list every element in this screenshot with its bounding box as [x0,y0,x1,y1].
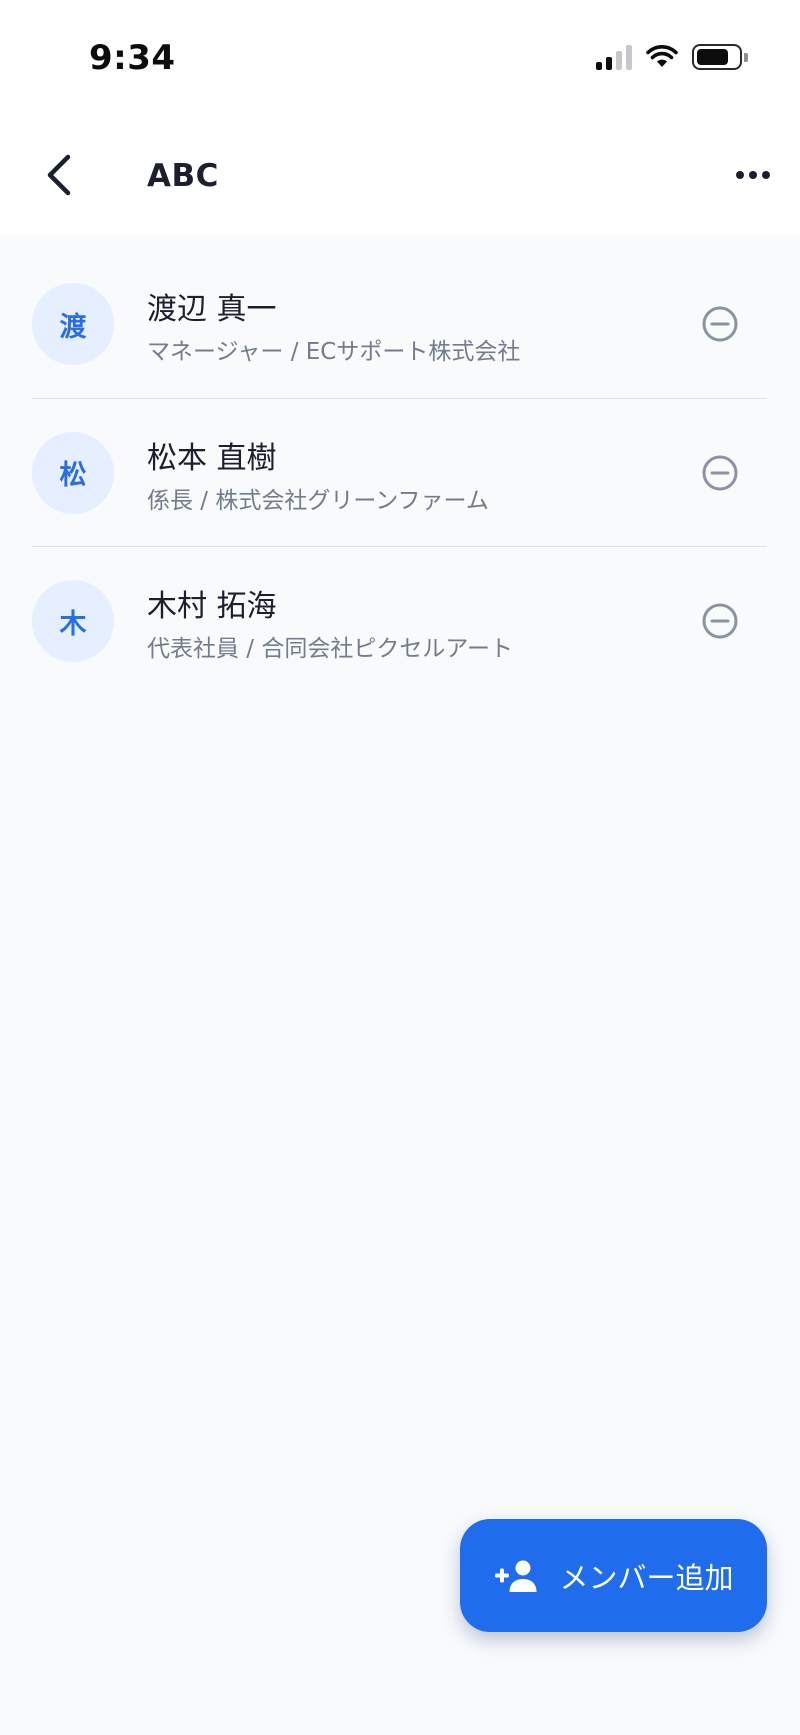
avatar: 木 [32,580,114,662]
more-dot [736,171,744,179]
screen: 9:34 ABC 渡 渡辺 真一 マネージャー / ECサポート株式会社 松 松… [0,0,800,1735]
member-row[interactable]: 松 松本 直樹 係長 / 株式会社グリーンファーム [32,399,767,547]
member-name: 松本 直樹 [147,440,277,476]
member-name: 渡辺 真一 [147,292,277,327]
avatar: 松 [32,431,114,514]
minus-circle-icon [702,306,738,342]
member-row[interactable]: 渡 渡辺 真一 マネージャー / ECサポート株式会社 [32,250,767,399]
member-row[interactable]: 木 木村 拓海 代表社員 / 合同会社ピクセルアート [32,547,767,696]
remove-member-button[interactable] [701,602,739,640]
back-button[interactable] [34,150,84,200]
status-time: 9:34 [89,38,176,78]
page-title: ABC [147,158,219,194]
wifi-icon [646,45,678,67]
chevron-left-icon [47,154,71,196]
remove-member-button[interactable] [701,305,739,343]
minus-circle-icon [702,455,738,490]
nav-header: ABC [0,120,800,234]
member-subtitle: マネージャー / ECサポート株式会社 [147,339,521,365]
more-dot [749,171,757,179]
status-icons [596,44,748,70]
member-list: 渡 渡辺 真一 マネージャー / ECサポート株式会社 松 松本 直樹 係長 /… [32,250,767,696]
member-subtitle: 代表社員 / 合同会社ピクセルアート [147,636,513,662]
battery-icon [692,44,748,70]
remove-member-button[interactable] [701,454,739,492]
more-dot [762,171,770,179]
avatar: 渡 [32,283,114,365]
more-button[interactable] [728,150,778,200]
status-bar: 9:34 [0,0,800,120]
member-subtitle: 係長 / 株式会社グリーンファーム [147,487,489,514]
add-member-button[interactable]: メンバー追加 [460,1519,767,1632]
member-name: 木村 拓海 [147,589,277,624]
add-member-label: メンバー追加 [559,1560,734,1595]
cellular-signal-icon [596,44,632,70]
person-add-icon [495,1560,537,1592]
minus-circle-icon [702,603,738,639]
